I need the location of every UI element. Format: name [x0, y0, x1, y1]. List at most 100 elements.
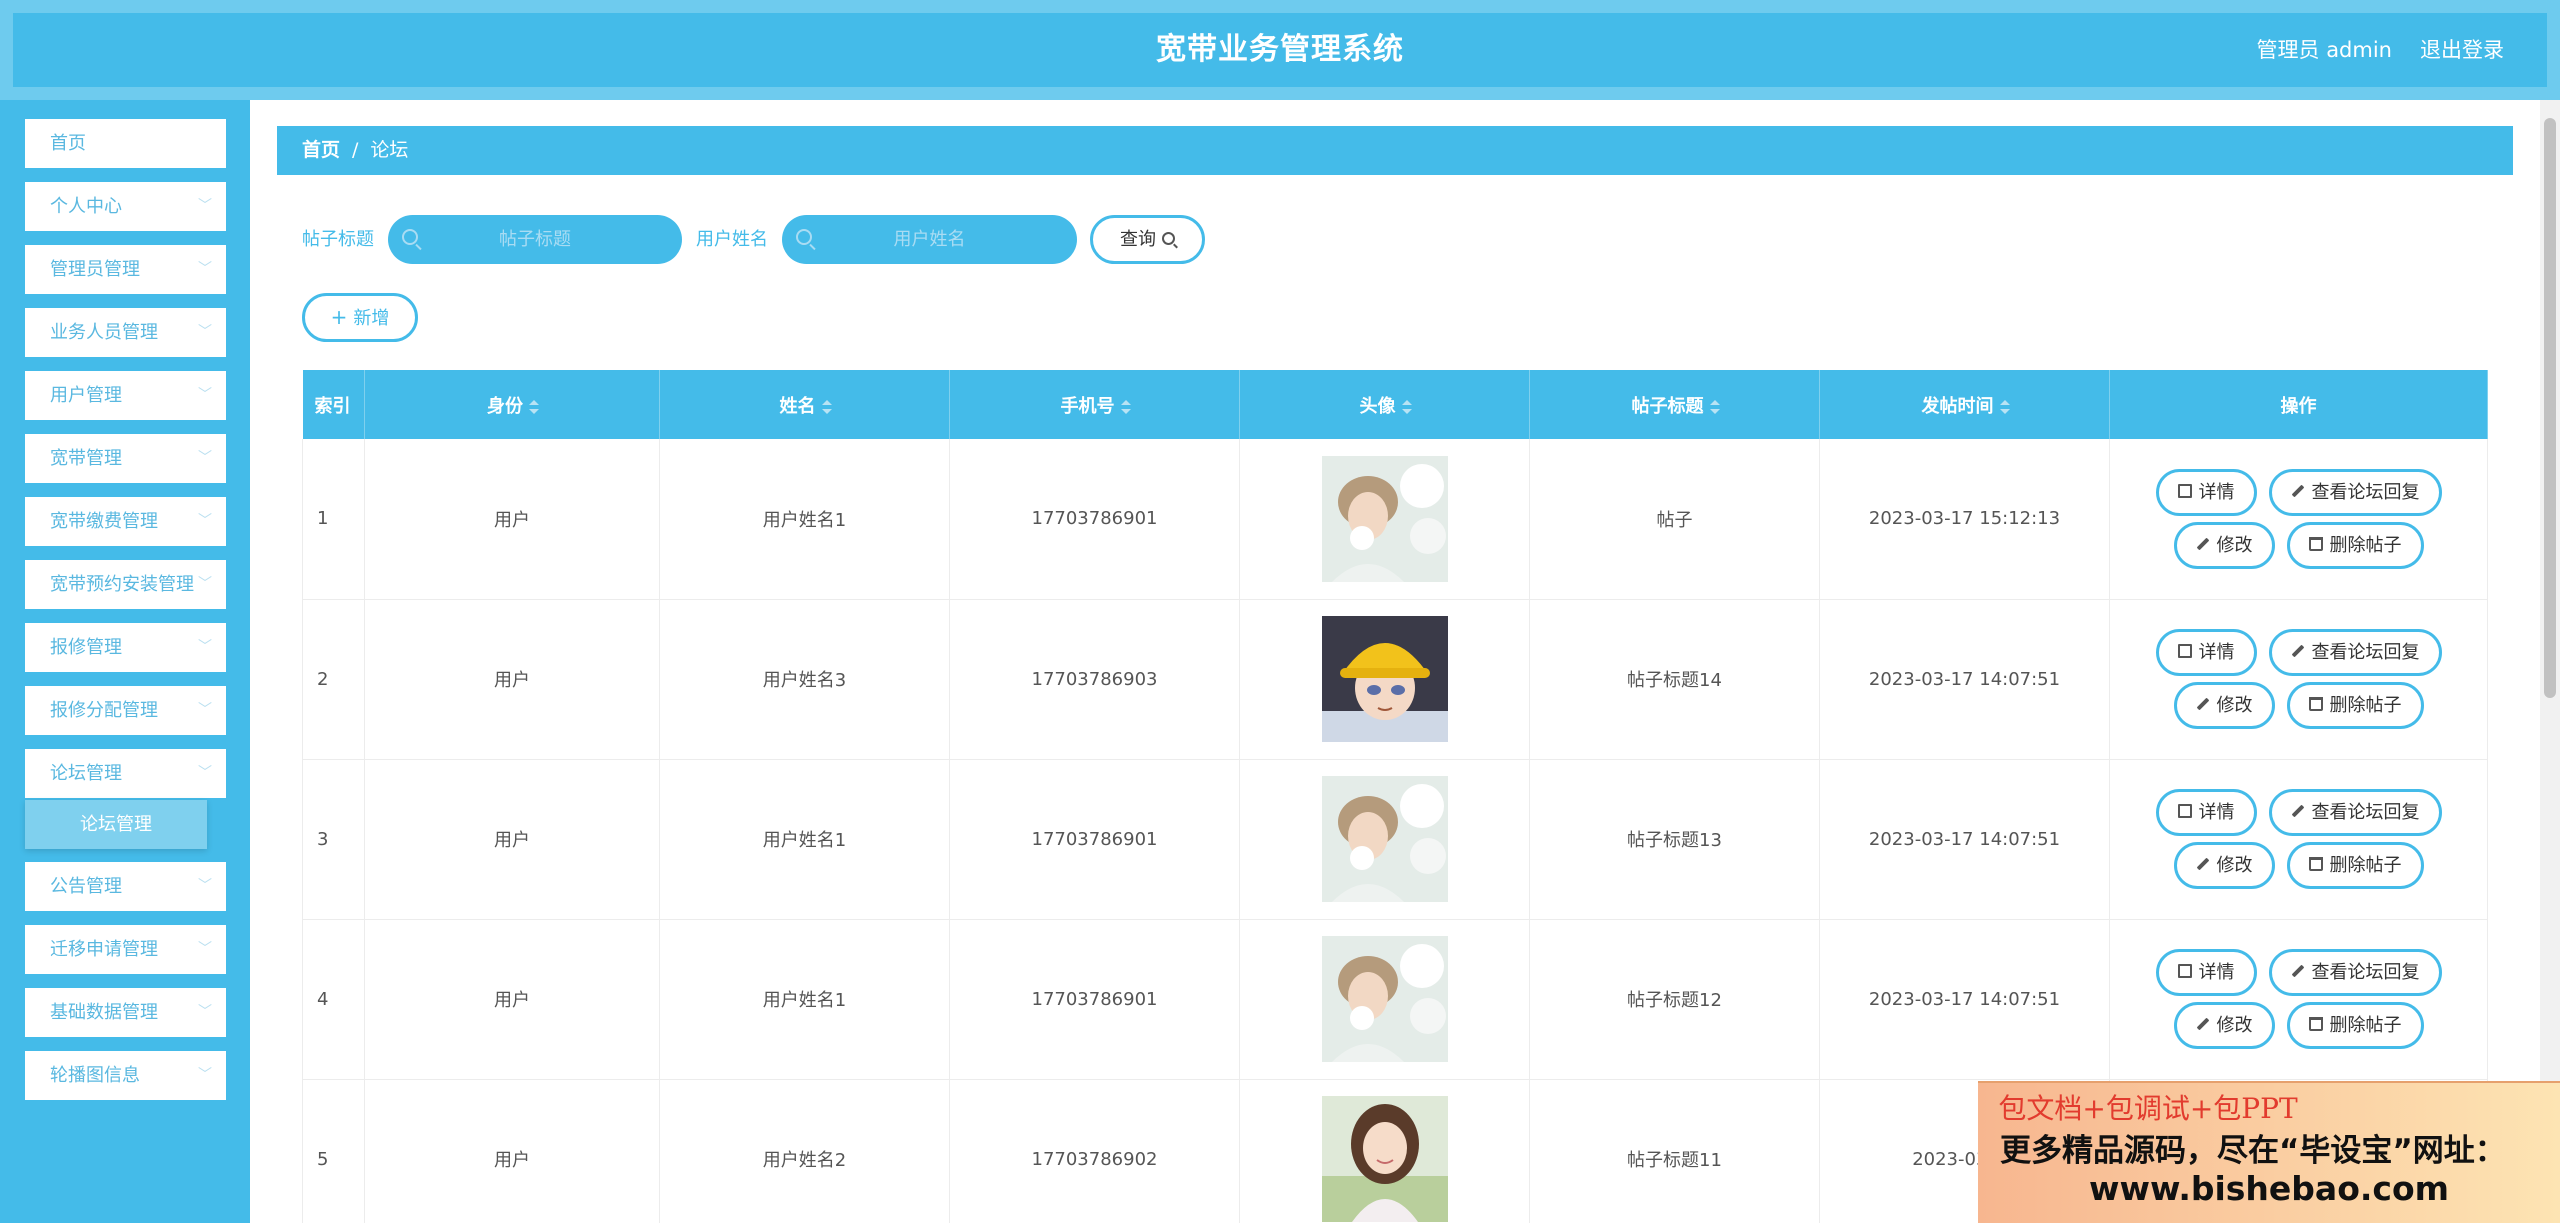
chevron-down-icon: ﹀	[198, 261, 212, 277]
avatar[interactable]	[1321, 455, 1448, 582]
avatar[interactable]	[1321, 616, 1448, 742]
sidebar-item-label: 首页	[50, 133, 86, 154]
top-header: 宽带业务管理系统 管理员 admin 退出登录	[0, 0, 2560, 100]
detail-button[interactable]: 详情	[2155, 949, 2257, 996]
cell-index: 4	[302, 919, 365, 1080]
sidebar-item[interactable]: 公告管理 ﹀	[25, 862, 226, 911]
view-replies-button[interactable]: 查看论坛回复	[2268, 468, 2442, 516]
table-header-row: 索引 身份 姓名 手机号 头像 帖子标题 发帖时间 操作	[302, 370, 2488, 439]
column-header[interactable]: 身份	[364, 370, 660, 439]
sidebar-item[interactable]: 宽带缴费管理 ﹀	[25, 497, 226, 546]
sidebar-item-label: 用户管理	[50, 385, 122, 406]
chevron-down-icon: ﹀	[198, 387, 212, 403]
sort-icon[interactable]	[1120, 399, 1131, 414]
cell-role: 用户	[364, 1079, 660, 1223]
user-name-search-field[interactable]	[782, 215, 1077, 264]
promo-line-2: 更多精品源码，尽在“毕设宝”网址：	[2000, 1133, 2506, 1169]
user-name-label: 用户姓名	[696, 229, 768, 250]
chevron-down-icon: ﹀	[198, 765, 212, 781]
cell-avatar	[1239, 759, 1530, 920]
sidebar-item[interactable]: 论坛管理 ﹀	[25, 749, 226, 798]
column-header[interactable]: 手机号	[949, 370, 1240, 439]
edit-button[interactable]: 修改	[2173, 682, 2275, 729]
avatar[interactable]	[1321, 1096, 1448, 1222]
user-name-input[interactable]	[818, 215, 1041, 264]
delete-button[interactable]: 删除帖子	[2286, 682, 2424, 729]
sidebar-item-label: 迁移申请管理	[50, 939, 158, 960]
cell-role: 用户	[364, 759, 660, 920]
delete-button[interactable]: 删除帖子	[2286, 521, 2424, 569]
column-header[interactable]: 姓名	[659, 370, 950, 439]
post-title-search-field[interactable]	[388, 215, 682, 264]
column-header-label: 发帖时间	[1921, 395, 1994, 417]
chevron-down-icon: ﹀	[198, 1004, 212, 1020]
detail-button[interactable]: 详情	[2155, 629, 2257, 676]
avatar[interactable]	[1321, 776, 1448, 902]
sidebar-item[interactable]: 宽带预约安装管理 ﹀	[25, 560, 226, 609]
chevron-down-icon: ﹀	[198, 941, 212, 957]
column-header[interactable]: 头像	[1239, 370, 1530, 439]
trash-icon	[2308, 697, 2323, 711]
sidebar-item[interactable]: 业务人员管理 ﹀	[25, 308, 226, 357]
sort-icon[interactable]	[1999, 399, 2010, 414]
sidebar-item-label: 个人中心	[50, 196, 122, 217]
cell-actions: 详情 查看论坛回复修改 删除帖子	[2109, 439, 2488, 600]
scrollbar-thumb[interactable]	[2544, 118, 2556, 698]
edit-icon	[2196, 1017, 2209, 1031]
sidebar-subitem-forum[interactable]: 论坛管理	[25, 800, 207, 849]
sidebar-item[interactable]: 宽带管理 ﹀	[25, 434, 226, 483]
column-header-label: 操作	[2280, 395, 2317, 417]
edit-button[interactable]: 修改	[2173, 842, 2275, 889]
detail-button-label: 详情	[2198, 642, 2235, 663]
detail-button[interactable]: 详情	[2155, 789, 2257, 836]
sort-icon[interactable]	[529, 399, 539, 414]
delete-button[interactable]: 删除帖子	[2286, 1002, 2424, 1049]
edit-icon	[2196, 697, 2209, 711]
sidebar-item[interactable]: 管理员管理 ﹀	[25, 245, 226, 294]
sidebar-item[interactable]: 轮播图信息 ﹀	[25, 1051, 226, 1100]
edit-icon	[2291, 804, 2304, 818]
avatar[interactable]	[1321, 936, 1448, 1062]
search-button[interactable]: 查询	[1090, 215, 1205, 264]
cell-name: 用户姓名1	[659, 439, 950, 600]
breadcrumb-home[interactable]: 首页	[302, 139, 340, 161]
sort-icon[interactable]	[1709, 399, 1720, 414]
document-icon	[2177, 483, 2192, 498]
sidebar-item[interactable]: 迁移申请管理 ﹀	[25, 925, 226, 974]
cell-actions: 详情 查看论坛回复修改 删除帖子	[2109, 599, 2488, 760]
cell-post-title: 帖子标题13	[1529, 759, 1820, 920]
column-header: 索引	[302, 370, 365, 439]
sidebar-item[interactable]: 个人中心 ﹀	[25, 182, 226, 231]
edit-button[interactable]: 修改	[2173, 1002, 2275, 1049]
cell-phone: 17703786902	[949, 1079, 1240, 1223]
sidebar-item[interactable]: 首页	[25, 119, 226, 168]
edit-icon	[2196, 857, 2209, 871]
cell-role: 用户	[364, 919, 660, 1080]
sort-icon[interactable]	[1401, 399, 1412, 414]
detail-button[interactable]: 详情	[2155, 468, 2257, 516]
sidebar-item-label: 论坛管理	[50, 763, 122, 784]
breadcrumb-current: 论坛	[370, 139, 409, 161]
column-header[interactable]: 帖子标题	[1529, 370, 1820, 439]
sidebar-item[interactable]: 报修管理 ﹀	[25, 623, 226, 672]
trash-icon	[2308, 1017, 2323, 1031]
cell-index: 5	[302, 1079, 365, 1223]
view-replies-button[interactable]: 查看论坛回复	[2268, 629, 2442, 676]
sidebar-item[interactable]: 用户管理 ﹀	[25, 371, 226, 420]
sidebar-item[interactable]: 基础数据管理 ﹀	[25, 988, 226, 1037]
trash-icon	[2308, 536, 2323, 551]
sort-icon[interactable]	[821, 399, 832, 414]
edit-button[interactable]: 修改	[2173, 521, 2275, 569]
column-header[interactable]: 发帖时间	[1819, 370, 2110, 439]
add-button[interactable]: + 新增	[302, 293, 418, 342]
document-icon	[2177, 804, 2192, 818]
logout-link[interactable]: 退出登录	[2420, 0, 2504, 100]
view-replies-button[interactable]: 查看论坛回复	[2268, 949, 2442, 996]
view-replies-button[interactable]: 查看论坛回复	[2268, 789, 2442, 836]
view-replies-button-label: 查看论坛回复	[2311, 481, 2420, 503]
edit-icon	[2196, 537, 2209, 551]
delete-button[interactable]: 删除帖子	[2286, 842, 2424, 889]
sidebar-item[interactable]: 报修分配管理 ﹀	[25, 686, 226, 735]
cell-avatar	[1239, 599, 1530, 760]
post-title-input[interactable]	[424, 215, 646, 264]
